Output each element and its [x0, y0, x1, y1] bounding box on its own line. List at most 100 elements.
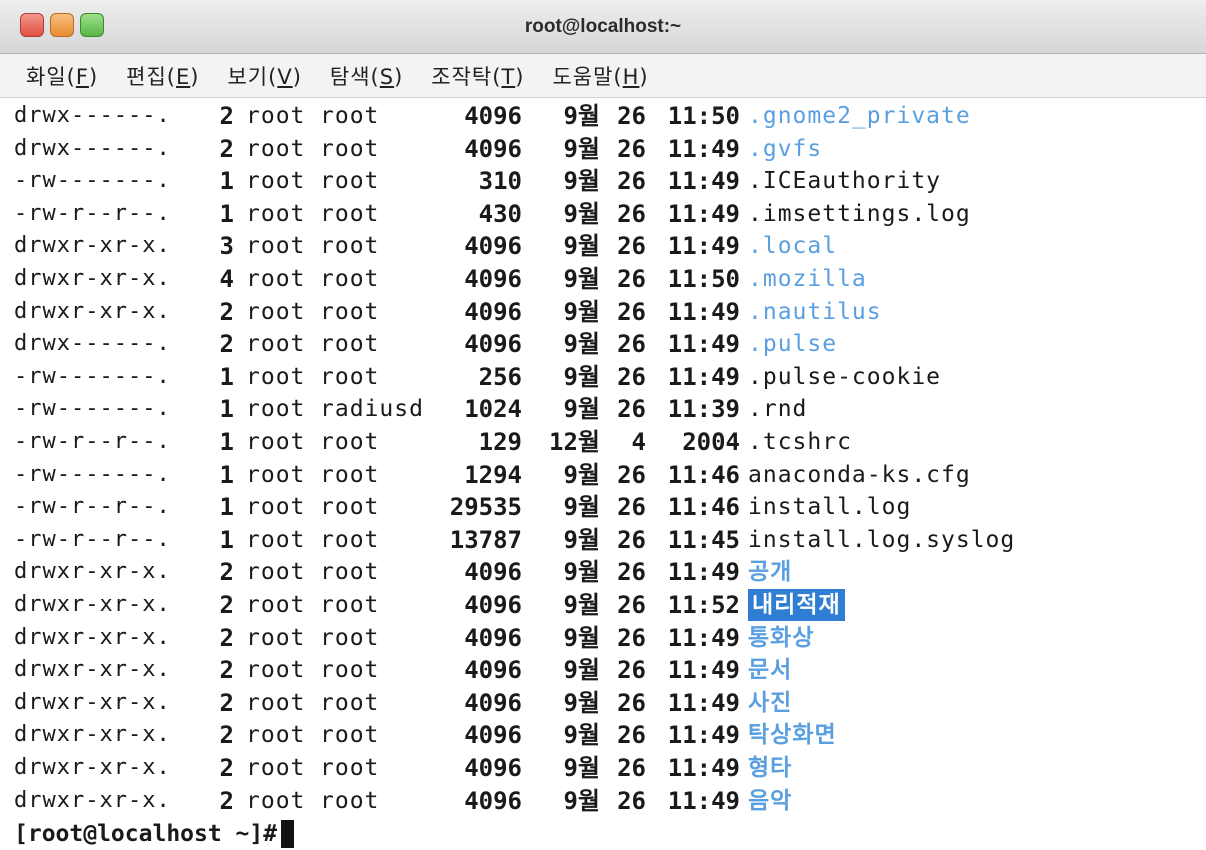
file-name[interactable]: .imsettings.log — [748, 198, 971, 230]
file-size: 4096 — [464, 330, 522, 359]
permissions: drwxr-xr-x. — [14, 559, 171, 585]
month: 9월 — [563, 493, 600, 522]
time: 11:50 — [667, 265, 740, 293]
menu-mnemonic: F — [75, 64, 89, 89]
file-name[interactable]: .mozilla — [748, 263, 867, 295]
file-name[interactable]: .tcshrc — [748, 426, 852, 458]
link-count: 4 — [219, 265, 234, 293]
owner: root — [246, 494, 306, 521]
permissions: drwxr-xr-x. — [14, 233, 171, 259]
time: 11:49 — [667, 362, 740, 391]
file-name[interactable]: install.log — [748, 491, 911, 523]
file-name[interactable]: .nautilus — [748, 296, 882, 328]
file-size: 4096 — [464, 721, 522, 750]
file-name[interactable]: 음악 — [748, 785, 792, 817]
day: 26 — [617, 656, 646, 685]
menu-mnemonic: T — [501, 64, 516, 89]
menu-search[interactable]: 탐색(S) — [330, 61, 403, 91]
permissions: drwxr-xr-x. — [14, 592, 171, 617]
time: 11:49 — [667, 330, 740, 359]
group: root — [320, 461, 380, 488]
menu-help[interactable]: 도움말(H) — [552, 61, 648, 91]
day: 4 — [631, 428, 646, 456]
group: root — [320, 103, 380, 129]
menu-view[interactable]: 보기(V) — [227, 61, 301, 91]
day: 26 — [617, 232, 646, 261]
day: 26 — [617, 362, 646, 391]
file-size: 1294 — [464, 460, 522, 489]
file-name[interactable]: anaconda-ks.cfg — [748, 459, 971, 491]
permissions: drwxr-xr-x. — [14, 755, 171, 780]
file-name[interactable]: .pulse-cookie — [748, 361, 941, 393]
file-name[interactable]: .local — [748, 230, 837, 262]
time: 11:49 — [667, 167, 740, 196]
title-bar[interactable]: root@localhost:~ — [0, 0, 1206, 54]
file-name[interactable]: .rnd — [748, 393, 807, 425]
menu-label-end: ) — [515, 64, 525, 89]
owner: root — [246, 755, 306, 781]
link-count: 2 — [219, 591, 234, 619]
terminal-output[interactable]: drwx------. 2 root root 4096 9월 26 11:50 .gnome2… — [0, 98, 1206, 850]
time: 11:46 — [667, 460, 740, 489]
file-name[interactable]: 사진 — [748, 687, 792, 719]
permissions: drwxr-xr-x. — [14, 722, 171, 748]
permissions: -rw-r--r--. — [14, 526, 171, 552]
menu-label: 화일( — [26, 64, 76, 89]
file-name[interactable]: 공개 — [748, 556, 792, 588]
permissions: -rw-------. — [14, 396, 171, 422]
day: 26 — [617, 199, 646, 228]
file-size: 430 — [478, 199, 522, 228]
file-size: 13787 — [449, 525, 522, 554]
owner: root — [246, 624, 306, 651]
file-name[interactable]: 탁상화면 — [748, 719, 837, 751]
month: 9월 — [563, 591, 600, 619]
file-name[interactable]: .ICEauthority — [748, 165, 941, 197]
file-name[interactable]: 통화상 — [748, 622, 814, 654]
time: 11:46 — [667, 493, 740, 522]
link-count: 2 — [219, 721, 234, 750]
permissions: drwxr-xr-x. — [14, 624, 171, 650]
file-name[interactable]: 형타 — [748, 752, 792, 784]
month: 9월 — [563, 199, 600, 228]
permissions: -rw-------. — [14, 363, 171, 389]
link-count: 1 — [219, 362, 234, 391]
link-count: 2 — [219, 330, 234, 359]
menu-terminal[interactable]: 조작탁(T) — [431, 61, 524, 91]
time: 11:52 — [667, 591, 740, 619]
file-size: 4096 — [464, 134, 522, 163]
file-size: 4096 — [464, 656, 522, 685]
file-name[interactable]: .pulse — [748, 328, 837, 360]
owner: root — [246, 461, 306, 488]
day: 26 — [617, 754, 646, 782]
group: root — [320, 331, 380, 358]
file-size: 310 — [478, 167, 522, 196]
day: 26 — [617, 102, 646, 130]
month: 9월 — [563, 232, 600, 261]
file-name[interactable]: .gvfs — [748, 133, 822, 165]
month: 9월 — [563, 265, 600, 293]
menu-label-end: ) — [190, 64, 200, 89]
menu-edit[interactable]: 편집(E) — [126, 61, 199, 91]
file-name[interactable]: .gnome2_private — [748, 100, 971, 132]
menu-file[interactable]: 화일(F) — [26, 61, 98, 91]
owner: root — [246, 266, 306, 292]
permissions: -rw-r--r--. — [14, 200, 171, 226]
time: 11:49 — [667, 297, 740, 326]
group: root — [320, 135, 380, 162]
group: root — [320, 363, 380, 390]
link-count: 1 — [219, 428, 234, 456]
prompt-line[interactable]: [root@localhost ~]# — [14, 817, 295, 849]
time: 11:49 — [667, 232, 740, 261]
group: root — [320, 755, 380, 781]
link-count: 3 — [219, 232, 234, 261]
month: 9월 — [563, 395, 600, 424]
menu-label-end: ) — [88, 64, 99, 89]
month: 9월 — [563, 330, 600, 359]
file-name[interactable]: 문서 — [748, 654, 792, 686]
month: 9월 — [563, 656, 600, 685]
owner: root — [246, 689, 306, 716]
file-name[interactable]: 내리적재 — [748, 589, 845, 621]
file-name[interactable]: install.log.syslog — [748, 524, 1015, 556]
time: 11:49 — [667, 688, 740, 717]
owner: root — [246, 103, 306, 129]
